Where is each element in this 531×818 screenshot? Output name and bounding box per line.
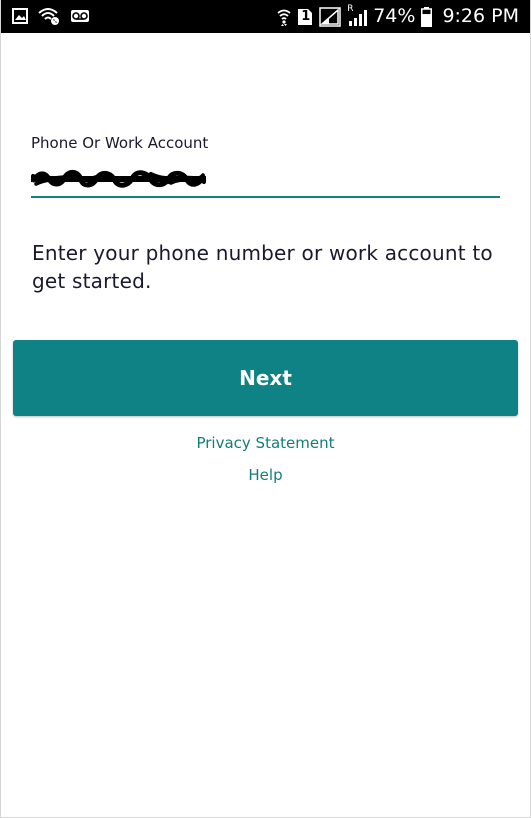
status-bar-left (12, 6, 90, 26)
clock: 9:26 PM (442, 5, 519, 27)
help-link[interactable]: Help (0, 466, 531, 484)
roaming-indicator: R (347, 3, 354, 14)
battery-icon (421, 6, 433, 27)
voicemail-icon (70, 9, 90, 23)
privacy-statement-link[interactable]: Privacy Statement (0, 434, 531, 452)
sim-slot-number: 1 (301, 8, 311, 24)
phone-input[interactable] (31, 162, 500, 196)
battery-percent: 74% (373, 5, 416, 27)
instruction-text: Enter your phone number or work account … (32, 241, 493, 293)
gallery-icon (12, 8, 28, 24)
signal-roaming-icon: R (347, 3, 368, 27)
wifi-calling-icon (38, 7, 60, 25)
phone-field-label: Phone Or Work Account (31, 134, 209, 152)
next-button[interactable]: Next (13, 340, 518, 416)
status-bar: 1 R 74% 9:26 PM (0, 0, 531, 33)
signal-icon (319, 6, 341, 27)
sim-1-icon: 1 (297, 8, 313, 26)
wifi-icon (277, 7, 291, 27)
status-bar-right: 1 R 74% 9:26 PM (277, 0, 519, 33)
phone-field[interactable] (31, 162, 500, 198)
